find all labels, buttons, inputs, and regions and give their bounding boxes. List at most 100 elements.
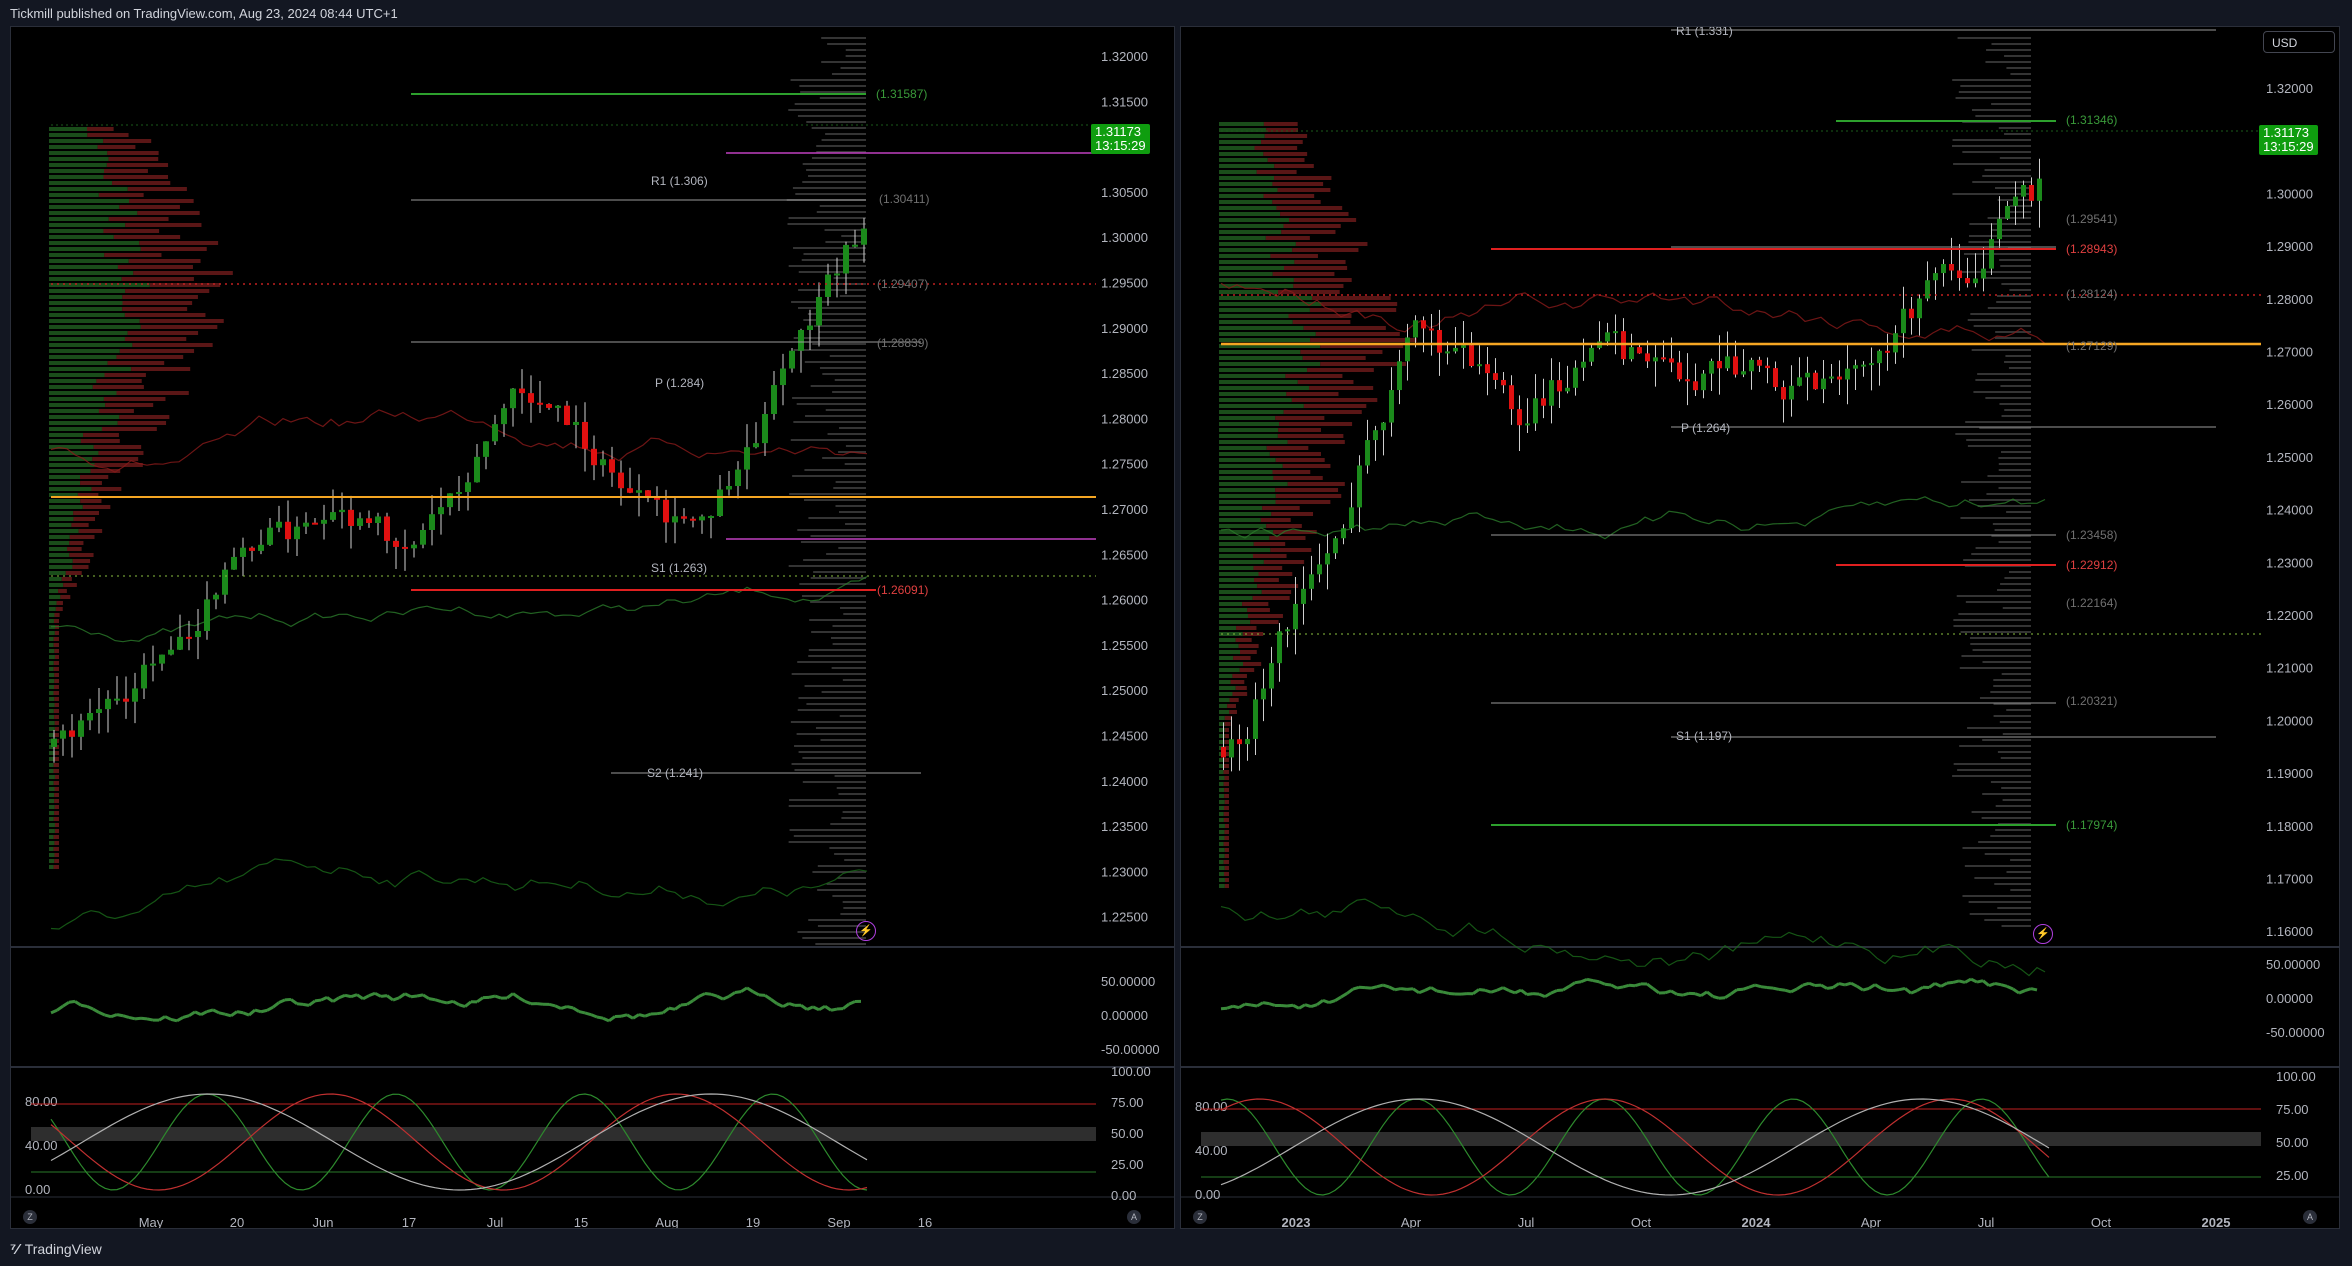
volume-profile-bar: [1224, 824, 1229, 828]
volume-profile-bar: [1274, 176, 1332, 180]
session-profile-bar: [2002, 799, 2031, 801]
volume-profile-bar: [1219, 884, 1225, 888]
lightning-icon[interactable]: ⚡: [2033, 924, 2053, 944]
volume-profile-bar: [54, 679, 59, 683]
volume-profile-bar: [116, 355, 184, 359]
left-chart-pane[interactable]: 1.320001.315001.310001.305001.300001.295…: [10, 26, 1175, 1229]
volume-profile-bar: [49, 799, 55, 803]
rsi-line: [1850, 981, 1858, 988]
volume-profile-bar: [49, 703, 55, 707]
volume-profile-bar: [133, 271, 233, 275]
rsi-line: [2012, 987, 2020, 995]
volume-profile-bar: [53, 817, 59, 821]
session-profile-bar: [2009, 289, 2031, 291]
volume-profile-bar: [1224, 722, 1231, 726]
session-profile-bar: [1997, 907, 2031, 909]
volume-profile-bar: [1271, 512, 1314, 516]
volume-profile-bar: [1219, 446, 1267, 450]
session-profile-bar: [836, 787, 866, 789]
auto-scale-a-button[interactable]: A: [2303, 1210, 2317, 1224]
volume-profile-bar: [58, 589, 67, 593]
session-profile-bar: [845, 55, 866, 57]
volume-profile-bar: [121, 277, 194, 281]
left-chart-canvas[interactable]: 1.320001.315001.310001.305001.300001.295…: [11, 27, 1175, 1229]
candle-body: [1309, 574, 1314, 589]
volume-profile-bar: [1230, 680, 1245, 684]
volume-profile-bar: [1219, 464, 1283, 468]
rsi-line: [380, 994, 388, 998]
time-axis-label: 17: [402, 1215, 416, 1229]
rsi-line: [1802, 981, 1810, 987]
volume-profile-bar: [1223, 842, 1229, 846]
session-profile-bar: [1952, 145, 2031, 147]
right-chart-canvas[interactable]: 1.320001.310001.300001.290001.280001.270…: [1181, 27, 2340, 1229]
volume-profile-bar: [1297, 380, 1354, 384]
price-axis-label: 1.32000: [1101, 49, 1148, 64]
level-label: P (1.264): [1681, 421, 1730, 435]
rsi-line: [206, 1008, 214, 1014]
rsi-line: [254, 1008, 262, 1014]
rsi-line: [188, 1010, 196, 1017]
session-profile-bar: [1982, 175, 2031, 177]
rsi-line: [320, 996, 328, 1002]
session-profile-bar: [1986, 493, 2031, 495]
volume-profile-bar: [49, 325, 141, 329]
volume-profile-bar: [1219, 494, 1276, 498]
session-profile-bar: [826, 553, 866, 555]
volume-profile-bar: [49, 655, 55, 659]
volume-profile-bar: [1219, 362, 1321, 366]
volume-profile-bar: [1219, 452, 1270, 456]
tradingview-logo[interactable]: ⁷⁄ TradingView: [10, 1241, 102, 1258]
volume-profile-bar: [61, 577, 72, 581]
rsi-line: [2006, 984, 2014, 991]
volume-profile-bar: [54, 853, 59, 857]
session-profile-bar: [796, 403, 866, 405]
session-profile-bar: [1979, 697, 2031, 699]
time-axis-label: Jul: [1518, 1215, 1535, 1229]
rsi-line: [704, 992, 712, 996]
rsi-line: [620, 1013, 628, 1018]
currency-button[interactable]: USD: [2263, 31, 2335, 53]
auto-scale-a-button[interactable]: A: [1127, 1210, 1141, 1224]
lightning-icon[interactable]: ⚡: [856, 921, 876, 941]
candle-body: [438, 507, 444, 515]
rsi-line: [848, 1000, 856, 1006]
rsi-line: [1634, 982, 1642, 988]
candle-body: [447, 493, 453, 508]
volume-profile-bar: [1236, 626, 1257, 630]
rsi-line: [1346, 987, 1354, 995]
candle-body: [1845, 368, 1850, 380]
volume-profile-bar: [105, 403, 154, 407]
bar-countdown: 13:15:29: [1095, 138, 1146, 153]
session-profile-bar: [812, 871, 866, 873]
right-chart-pane[interactable]: 1.320001.310001.300001.290001.280001.270…: [1180, 26, 2340, 1229]
volume-profile-bar: [122, 295, 198, 299]
rsi-line: [1940, 981, 1948, 988]
session-profile-bar: [2001, 283, 2031, 285]
volume-profile-bar: [87, 133, 129, 137]
candle-body: [213, 594, 219, 600]
auto-scale-z-button[interactable]: Z: [23, 1210, 37, 1224]
session-profile-bar: [822, 373, 866, 375]
volume-profile-bar: [49, 661, 54, 665]
rsi-line: [728, 991, 736, 998]
auto-scale-z-button[interactable]: Z: [1193, 1210, 1207, 1224]
volume-profile-bar: [1229, 698, 1239, 702]
rsi-line: [1406, 987, 1414, 991]
session-profile-bar: [811, 127, 866, 129]
volume-profile-bar: [1219, 266, 1285, 270]
volume-profile-bar: [1223, 782, 1229, 786]
rsi-line: [1562, 985, 1570, 992]
time-axis-label: May: [139, 1215, 164, 1229]
session-profile-bar: [1952, 139, 2031, 141]
candle-body: [1229, 739, 1234, 758]
session-profile-bar: [1973, 391, 2031, 393]
rsi-line: [1592, 979, 1600, 984]
candle-body: [753, 443, 759, 448]
rsi-line: [434, 998, 442, 1003]
session-profile-bar: [1999, 721, 2031, 723]
volume-profile-bar: [1224, 848, 1229, 852]
volume-profile-bar: [49, 193, 99, 197]
rsi-line: [686, 999, 694, 1006]
stoch-axis-label: 0.00: [1111, 1188, 1136, 1203]
